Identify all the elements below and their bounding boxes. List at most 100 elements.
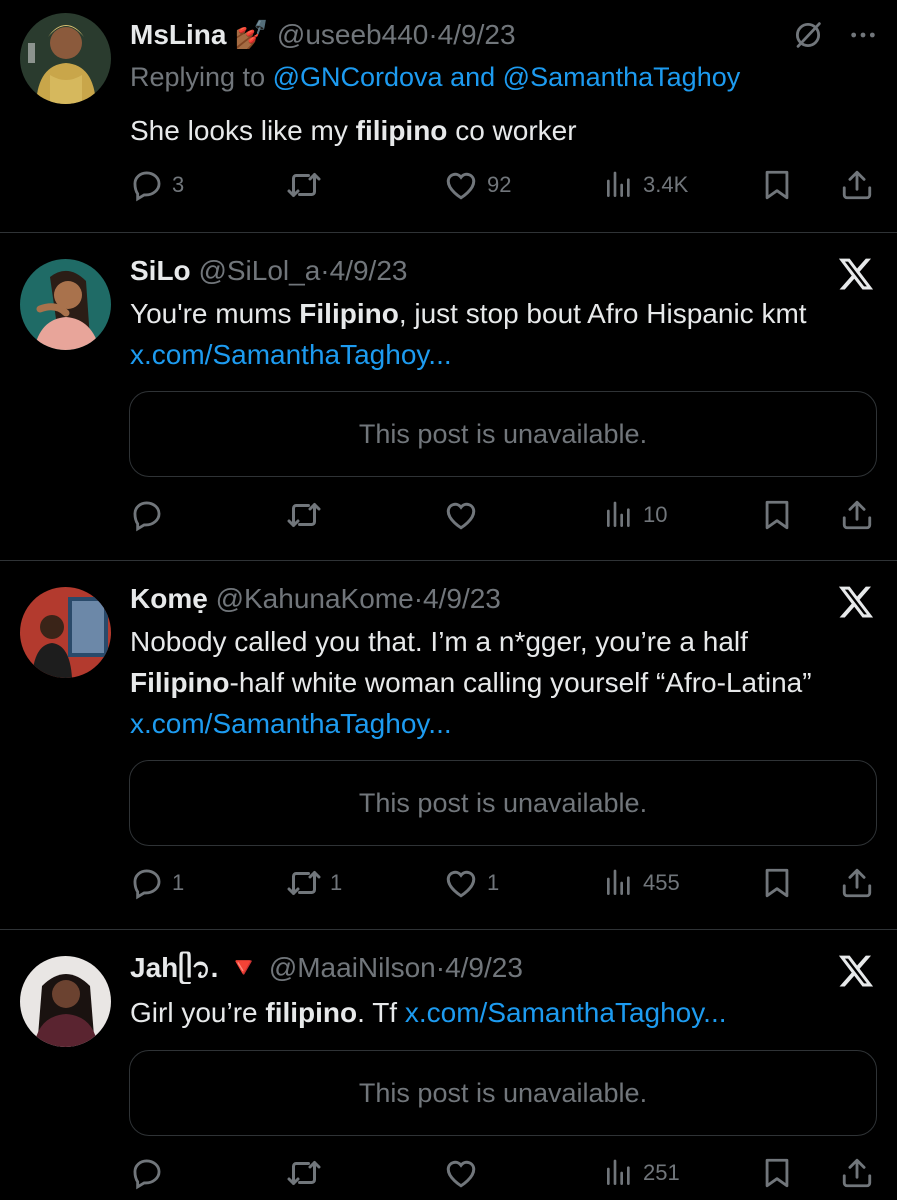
bookmark-button[interactable] [760, 1153, 794, 1193]
tweet-3[interactable]: Komẹ @KahunaKome·4/9/23 Nobody called yo… [0, 561, 897, 929]
share-icon [840, 866, 874, 900]
like-button[interactable]: 1 [443, 863, 499, 903]
tweet-header: MsLina 💅🏾 @useeb440·4/9/23 [130, 19, 516, 50]
display-name[interactable]: Jahᥫ᭡. [130, 952, 218, 983]
bookmark-button[interactable] [760, 165, 794, 205]
bookmark-button[interactable] [760, 863, 794, 903]
text-part: Girl you’re [130, 997, 258, 1028]
timestamp[interactable]: 4/9/23 [330, 255, 408, 286]
reply-icon [130, 866, 164, 900]
retweet-icon [286, 1155, 322, 1191]
like-button[interactable]: 92 [443, 165, 511, 205]
handle[interactable]: @KahunaKome [216, 583, 414, 614]
share-button[interactable] [840, 863, 874, 903]
unavailable-post-card[interactable]: This post is unavailable. [129, 760, 877, 846]
views-icon [603, 169, 635, 201]
tweet-text: Girl you’re filipino. Tf x.com/SamanthaT… [130, 992, 850, 1033]
share-icon [840, 168, 874, 202]
replying-and: and [450, 62, 496, 92]
share-button[interactable] [840, 495, 874, 535]
handle[interactable]: @useeb440 [277, 19, 428, 50]
text-part: You're mums [130, 298, 292, 329]
x-logo-icon[interactable] [837, 255, 875, 293]
heart-icon [443, 497, 479, 533]
share-button[interactable] [840, 165, 874, 205]
avatar[interactable] [20, 587, 111, 678]
reply-icon [130, 498, 164, 532]
quoted-link[interactable]: x.com/SamanthaTaghoy... [130, 708, 452, 739]
text-bold: Filipino [130, 667, 230, 698]
like-count: 92 [487, 172, 512, 197]
text-bold: filipino [265, 997, 358, 1028]
tweet-text: You're mums Filipino, just stop bout Afr… [130, 293, 850, 375]
timestamp[interactable]: 4/9/23 [423, 583, 501, 614]
retweet-icon [286, 865, 322, 901]
views-button[interactable]: 10 [603, 495, 667, 535]
tweet-header: Komẹ @KahunaKome·4/9/23 [130, 583, 501, 614]
retweet-button[interactable] [286, 495, 330, 535]
mention-link[interactable]: @GNCordova [273, 62, 443, 92]
unavailable-post-card[interactable]: This post is unavailable. [129, 391, 877, 477]
tweet-2[interactable]: SiLo @SiLol_a·4/9/23 You're mums Filipin… [0, 233, 897, 560]
quoted-link[interactable]: x.com/SamanthaTaghoy... [130, 339, 452, 370]
action-bar: 10 [0, 495, 897, 535]
views-button[interactable]: 455 [603, 863, 680, 903]
bookmark-button[interactable] [760, 495, 794, 535]
display-name[interactable]: Komẹ [130, 583, 208, 614]
mention-link[interactable]: @SamanthaTaghoy [503, 62, 741, 92]
text-part: co worker [455, 115, 577, 146]
avatar[interactable] [20, 956, 111, 1047]
more-icon[interactable] [847, 19, 879, 51]
unavailable-post-card[interactable]: This post is unavailable. [129, 1050, 877, 1136]
tweet-top-icons [791, 18, 879, 52]
like-button[interactable] [443, 495, 487, 535]
avatar-image [20, 259, 111, 350]
grok-icon[interactable] [791, 18, 825, 52]
avatar[interactable] [20, 13, 111, 104]
like-button[interactable] [443, 1153, 487, 1193]
text-part: , just stop bout Afro Hispanic kmt [398, 298, 807, 329]
tweet-text: Nobody called you that. I’m a n*gger, yo… [130, 621, 850, 744]
retweet-button[interactable]: 1 [286, 863, 342, 903]
reply-button[interactable] [130, 495, 172, 535]
view-count: 455 [643, 870, 680, 895]
tweet-1[interactable]: MsLina 💅🏾 @useeb440·4/9/23 Replying to @… [0, 0, 897, 232]
reply-button[interactable]: 1 [130, 863, 184, 903]
text-part: She looks like my [130, 115, 348, 146]
action-bar: 1 1 1 455 [0, 863, 897, 903]
share-button[interactable] [840, 1153, 874, 1193]
handle[interactable]: @SiLol_a [198, 255, 320, 286]
reply-button[interactable]: 3 [130, 165, 184, 205]
views-icon [603, 499, 635, 531]
text-part: -half white woman calling yourself “Afro… [229, 667, 812, 698]
timestamp[interactable]: 4/9/23 [445, 952, 523, 983]
handle[interactable]: @MaaiNilson [269, 952, 436, 983]
retweet-button[interactable] [286, 165, 330, 205]
x-logo-icon[interactable] [837, 952, 875, 990]
display-name[interactable]: MsLina [130, 19, 226, 50]
timestamp[interactable]: 4/9/23 [438, 19, 516, 50]
reply-button[interactable] [130, 1153, 172, 1193]
views-button[interactable]: 251 [603, 1153, 680, 1193]
views-button[interactable]: 3.4K [603, 165, 688, 205]
quoted-link[interactable]: x.com/SamanthaTaghoy... [405, 997, 727, 1028]
tweet-4[interactable]: Jahᥫ᭡. 🔻 @MaaiNilson·4/9/23 Girl you’re … [0, 930, 897, 1200]
tweet-header: SiLo @SiLol_a·4/9/23 [130, 255, 408, 286]
heart-icon [443, 1155, 479, 1191]
reply-count: 3 [172, 172, 185, 197]
view-count: 3.4K [643, 172, 689, 197]
unavailable-text: This post is unavailable. [358, 787, 648, 818]
retweet-button[interactable] [286, 1153, 330, 1193]
replying-to: Replying to @GNCordova and @SamanthaTagh… [130, 60, 740, 94]
name-emoji: 🔻 [226, 952, 262, 983]
action-bar: 3 92 3.4K [0, 165, 897, 205]
tweet-text: She looks like my filipino co worker [130, 110, 850, 151]
avatar[interactable] [20, 259, 111, 350]
display-name[interactable]: SiLo [130, 255, 191, 286]
bookmark-icon [760, 498, 794, 532]
name-emoji: 💅🏾 [234, 19, 270, 50]
reply-count: 1 [172, 870, 185, 895]
share-icon [840, 1156, 874, 1190]
text-bold: filipino [355, 115, 448, 146]
x-logo-icon[interactable] [837, 583, 875, 621]
